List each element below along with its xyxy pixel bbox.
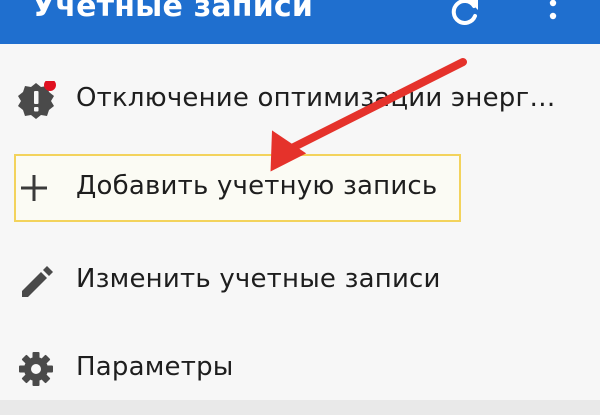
menu-item-label: Изменить учетные записи bbox=[76, 264, 441, 294]
page-title: Учетные записи bbox=[32, 0, 314, 24]
menu-item-label: Параметры bbox=[76, 352, 234, 382]
app-bar: Учетные записи bbox=[0, 0, 600, 44]
refresh-icon[interactable] bbox=[448, 0, 480, 26]
plus-icon bbox=[21, 175, 47, 201]
alert-badge-icon bbox=[18, 81, 56, 119]
menu-item-battery-optimization[interactable]: Отключение оптимизации энерго… bbox=[0, 61, 600, 139]
pencil-icon bbox=[22, 266, 53, 297]
menu-item-settings[interactable]: Параметры bbox=[0, 337, 600, 415]
menu-item-edit-accounts[interactable]: Изменить учетные записи bbox=[0, 249, 600, 327]
menu-item-label: Отключение оптимизации энерго… bbox=[76, 83, 566, 113]
more-vert-icon[interactable] bbox=[548, 0, 558, 26]
gear-icon bbox=[19, 352, 53, 386]
accounts-menu: Отключение оптимизации энерго… Добавить … bbox=[0, 44, 600, 400]
menu-item-add-account[interactable]: Добавить учетную запись bbox=[0, 154, 600, 232]
menu-item-label: Добавить учетную запись bbox=[76, 171, 438, 201]
